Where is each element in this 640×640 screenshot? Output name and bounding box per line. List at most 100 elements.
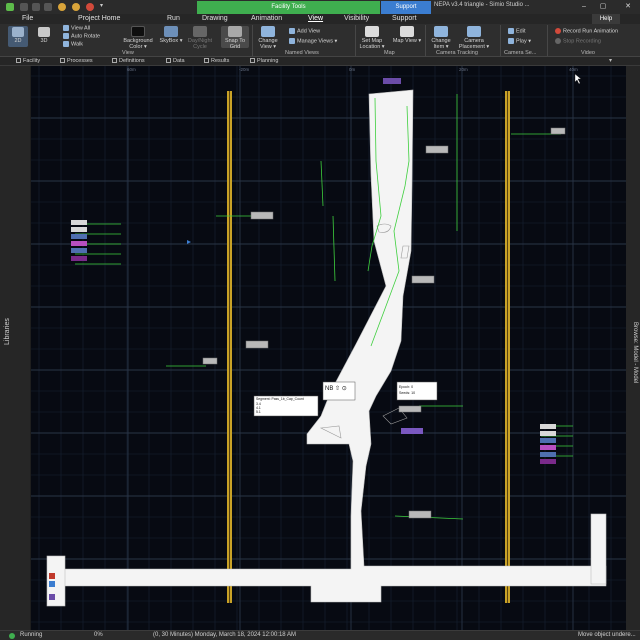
callout-b-line: Seeds: 10 xyxy=(399,391,415,395)
tab-facility[interactable]: Facility xyxy=(16,58,40,64)
walk-label: Walk xyxy=(71,41,84,48)
menu-tab-run[interactable]: Run xyxy=(167,15,180,22)
add-view-label: Add View xyxy=(297,28,321,35)
window-title: NEPA v3.4 triangle - Simio Studio ... xyxy=(434,2,530,8)
menu-tab-visibility[interactable]: Visibility xyxy=(344,15,369,22)
auto-rotate-label: Auto Rotate xyxy=(71,33,101,40)
change-item-button[interactable]: Change Item ▾ xyxy=(427,26,455,50)
status-hint: Move object undere... xyxy=(578,632,636,638)
save-icon[interactable] xyxy=(44,3,52,11)
group-label-camera-se: Camera Se... xyxy=(504,50,537,56)
facility-canvas[interactable]: -20m 0m 20m 40m 60m Segment: Pass_1b_Cap… xyxy=(31,66,626,630)
close-icon[interactable]: ✕ xyxy=(622,1,634,12)
auto-rotate-button[interactable]: Auto Rotate xyxy=(63,33,100,39)
skybox-button[interactable]: SkyBox ▾ xyxy=(158,26,184,44)
tab-data[interactable]: Data xyxy=(166,58,185,64)
epoch-callout[interactable]: Epoch: 0 Seeds: 10 xyxy=(396,381,438,401)
skybox-label: SkyBox ▾ xyxy=(159,38,183,44)
auto-rotate-icon xyxy=(63,33,69,39)
tab-processes[interactable]: Processes xyxy=(60,58,93,64)
walk-button[interactable]: Walk xyxy=(63,41,83,47)
tab-planning-label: Planning xyxy=(257,58,279,64)
libraries-label[interactable]: Libraries xyxy=(4,318,11,345)
tab-definitions[interactable]: Definitions xyxy=(112,58,145,64)
menu-tab-support[interactable]: Support xyxy=(392,15,417,22)
cube-3d-icon xyxy=(38,27,50,37)
set-map-location-button[interactable]: Set Map Location ▾ xyxy=(357,26,387,50)
map-pin-icon xyxy=(365,26,379,37)
menu-tab-animation[interactable]: Animation xyxy=(251,15,282,22)
day-night-button[interactable]: Day/Night Cycle xyxy=(186,26,214,50)
browse-label[interactable]: Browse: Model - Model xyxy=(632,322,638,383)
left-entity-stack[interactable] xyxy=(71,220,87,261)
minimize-icon[interactable]: – xyxy=(578,1,590,12)
snap-to-grid-button[interactable]: Snap To Grid xyxy=(221,26,249,50)
right-entity-stack[interactable] xyxy=(540,424,556,464)
support-context-tab[interactable]: Support xyxy=(381,1,431,14)
view-3d-button[interactable]: 3D xyxy=(34,26,54,44)
record-run-animation-button[interactable]: Record Run Animation xyxy=(555,28,618,34)
menu-tab-view[interactable]: View xyxy=(308,15,323,22)
background-color-label: Background Color ▾ xyxy=(123,38,153,50)
marker-red[interactable] xyxy=(49,573,55,579)
libraries-panel[interactable] xyxy=(0,66,30,630)
pause-icon[interactable] xyxy=(72,3,80,11)
camera-placement-button[interactable]: Camera Placement ▾ xyxy=(457,26,491,50)
maximize-icon[interactable]: ▢ xyxy=(597,1,609,12)
title-bar: ▾ Facility Tools Support NEPA v3.4 trian… xyxy=(0,0,640,14)
ruler-label: 20m xyxy=(459,67,468,72)
marker-blue[interactable] xyxy=(49,581,55,587)
map-view-icon xyxy=(400,26,414,37)
view-all-button[interactable]: View All xyxy=(63,25,90,31)
manage-views-icon xyxy=(289,38,295,44)
processes-icon xyxy=(60,58,65,64)
facility-building[interactable] xyxy=(60,89,607,603)
day-night-label: Day/Night Cycle xyxy=(187,38,213,50)
stop-icon[interactable] xyxy=(86,3,94,11)
stop-recording-button[interactable]: Stop Recording xyxy=(555,38,601,44)
group-label-view: View xyxy=(122,50,134,56)
nb-callout[interactable]: NB ⇧ ⊙ xyxy=(322,381,356,401)
undo-icon[interactable] xyxy=(20,3,28,11)
redo-icon[interactable] xyxy=(32,3,40,11)
menu-tab-drawing[interactable]: Drawing xyxy=(202,15,228,22)
tab-planning[interactable]: Planning xyxy=(250,58,278,64)
menu-tab-project-home[interactable]: Project Home xyxy=(78,15,120,22)
map-view-label: Map View ▾ xyxy=(392,38,422,44)
camera-placement-icon xyxy=(467,26,481,37)
run-icon[interactable] xyxy=(58,3,66,11)
ruler-label: 0m xyxy=(349,67,356,72)
marker-purple[interactable] xyxy=(49,594,55,600)
tab-results[interactable]: Results xyxy=(204,58,229,64)
edit-button[interactable]: Edit xyxy=(508,28,525,34)
view-all-icon xyxy=(63,25,69,31)
manage-views-button[interactable]: Manage Views ▾ xyxy=(289,38,337,44)
add-view-button[interactable]: Add View xyxy=(289,28,320,34)
record-icon xyxy=(555,28,561,34)
segment-callout[interactable]: Segment: Pass_1b_Cap_Count 3.4 4.1 5.1 xyxy=(253,395,319,417)
facility-viewport[interactable]: -20m 0m 20m 40m 60m Segment: Pass_1b_Cap… xyxy=(31,66,626,630)
ruler-label: -20m xyxy=(239,67,250,72)
callout-b-line: Epoch: 0 xyxy=(399,385,413,389)
planning-icon xyxy=(250,58,255,64)
definitions-icon xyxy=(112,58,117,64)
facility-tools-tab[interactable]: Facility Tools xyxy=(197,1,380,14)
quick-access-dropdown-icon[interactable]: ▾ xyxy=(100,2,103,9)
view-3d-label: 3D xyxy=(40,38,48,44)
facility-icon xyxy=(16,58,21,64)
map-view-button[interactable]: Map View ▾ xyxy=(392,26,422,44)
entity-marker[interactable] xyxy=(187,240,191,244)
help-button[interactable]: Help xyxy=(592,14,620,24)
lower-right-block[interactable] xyxy=(590,513,607,585)
panel-close-icon[interactable]: ▾ xyxy=(609,57,612,64)
tab-results-label: Results xyxy=(211,58,230,64)
change-view-button[interactable]: Change View ▾ xyxy=(254,26,282,50)
tab-definitions-label: Definitions xyxy=(119,58,145,64)
run-progress: 0% xyxy=(94,632,103,638)
background-color-button[interactable]: Background Color ▾ xyxy=(118,26,158,50)
play-button[interactable]: Play ▾ xyxy=(508,38,531,44)
menu-tab-file[interactable]: File xyxy=(22,15,33,22)
skybox-icon xyxy=(164,26,178,37)
network-links[interactable] xyxy=(75,94,573,520)
view-2d-button[interactable]: 2D xyxy=(8,26,28,47)
